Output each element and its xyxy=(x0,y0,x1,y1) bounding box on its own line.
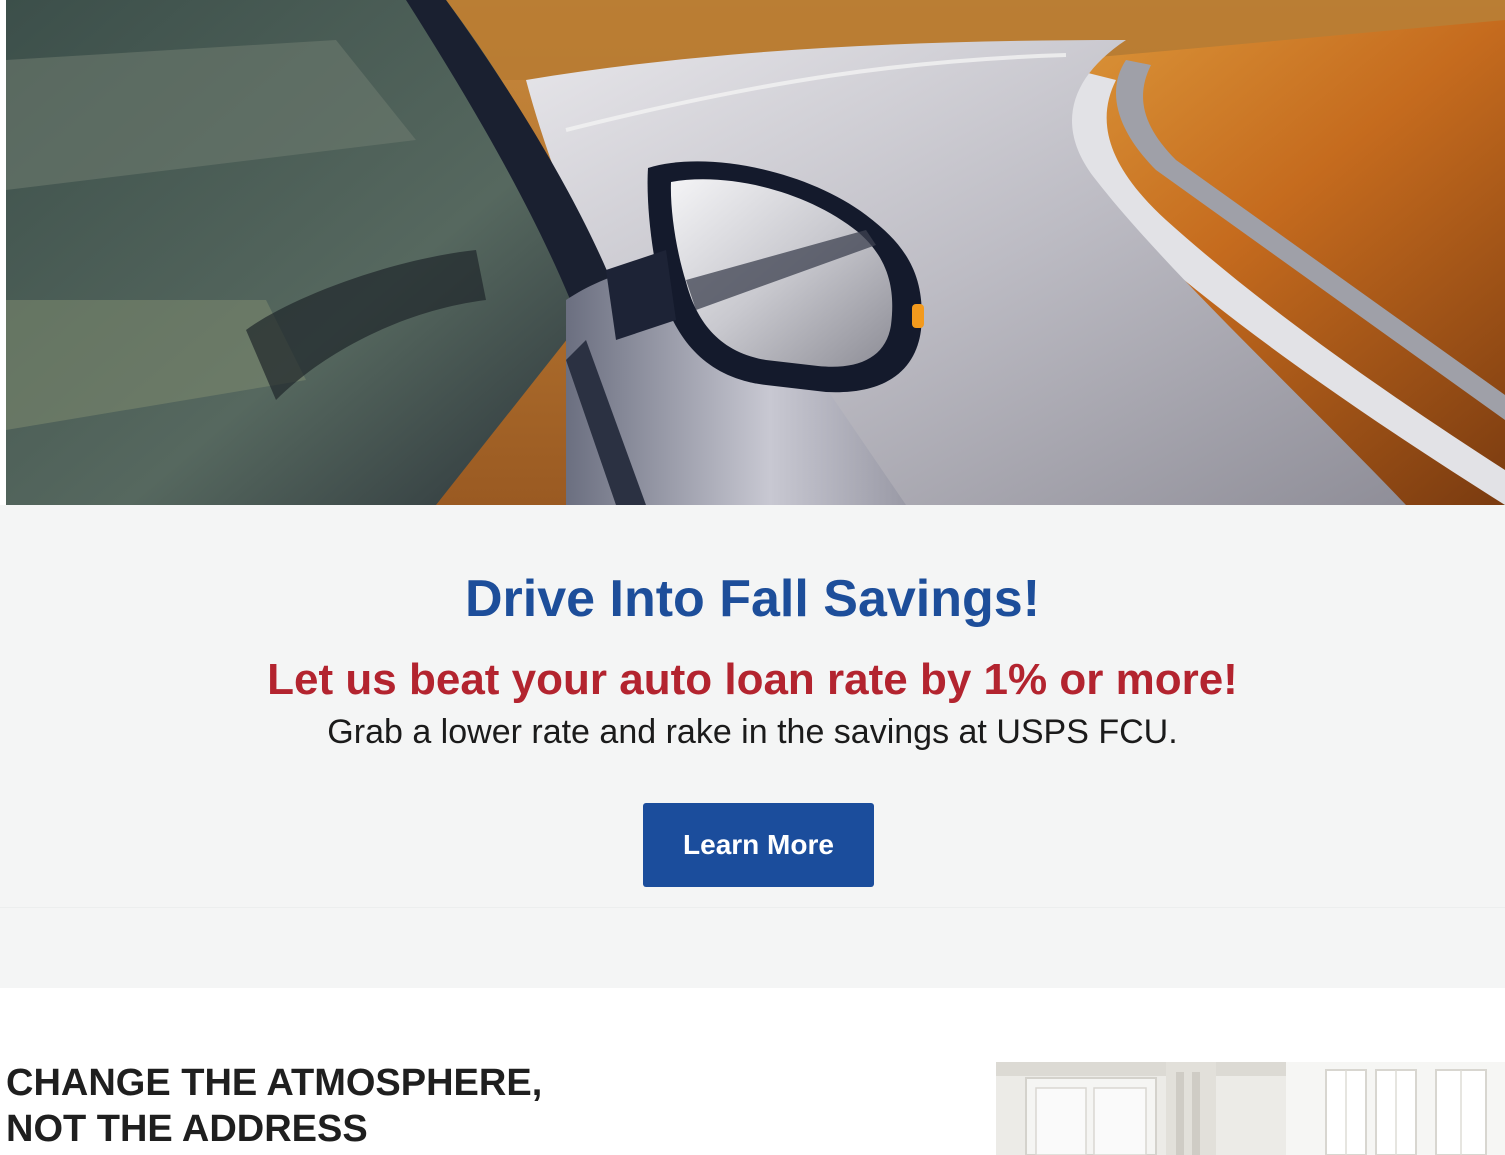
promo-subtitle: Let us beat your auto loan rate by 1% or… xyxy=(267,655,1238,704)
section-heading-line-2: NOT THE ADDRESS xyxy=(6,1108,368,1150)
section-heading: CHANGE THE ATMOSPHERE, NOT THE ADDRESS xyxy=(6,1060,706,1152)
room-photo-illustration xyxy=(996,1062,1505,1155)
promo-body-text: Grab a lower rate and rake in the saving… xyxy=(327,713,1178,751)
section-divider-band xyxy=(0,907,1505,988)
section-heading-line-1: CHANGE THE ATMOSPHERE, xyxy=(6,1062,543,1104)
white-room-interior-image xyxy=(996,1062,1505,1155)
car-side-mirror-autumn-road-image xyxy=(6,0,1505,505)
promo-panel: Drive Into Fall Savings! Let us beat you… xyxy=(0,505,1505,907)
promo-title: Drive Into Fall Savings! xyxy=(464,570,1041,628)
hero-image xyxy=(6,0,1505,505)
learn-more-button[interactable]: Learn More xyxy=(643,803,874,887)
